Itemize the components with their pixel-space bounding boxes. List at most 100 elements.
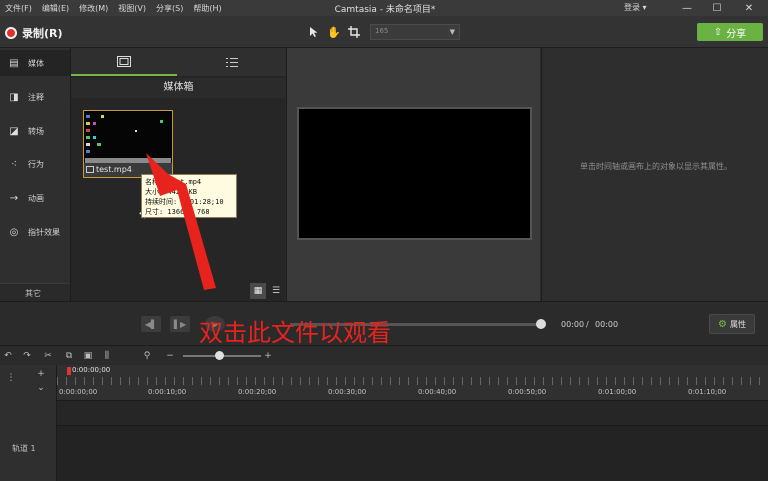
film-icon: ▤ [9, 57, 19, 69]
menu-edit[interactable]: 编辑(E) [37, 3, 74, 14]
crop-icon[interactable] [346, 24, 362, 40]
callout-icon: ◨ [9, 91, 19, 103]
rail-item-cursor-effects[interactable]: ◎ 指针效果 [0, 219, 70, 245]
copy-icon[interactable]: ⧉ [62, 349, 76, 363]
animation-icon: → [9, 192, 19, 204]
rail-item-animations[interactable]: → 动画 [0, 185, 70, 211]
ruler-label: 0:00:20;00 [238, 388, 277, 396]
properties-button[interactable]: ⚙ 属性 [709, 314, 755, 334]
rail-item-label: 转场 [28, 126, 44, 136]
track-1-label: 轨道 1 [12, 444, 36, 453]
timeline: ⋮ + ⌄ 轨道 1 0:00:00;00 0:00:00;00 0:00:10… [0, 365, 768, 481]
menu-help[interactable]: 帮助(H) [188, 3, 226, 14]
collapse-icon[interactable]: ⌄ [34, 381, 48, 395]
media-clip-test[interactable]: test.mp4 ✥ [83, 110, 173, 222]
tab-library[interactable] [179, 48, 285, 76]
zoom-select[interactable]: 165 ▼ [370, 24, 460, 40]
menu-modify[interactable]: 修改(M) [74, 3, 113, 14]
playhead-marker[interactable] [67, 367, 71, 375]
current-time: 00:00 [561, 320, 585, 329]
ruler-label: 0:00:00;00 [59, 388, 98, 396]
rail-item-label: 行为 [28, 159, 44, 169]
bin-title: 媒体箱 [71, 78, 286, 98]
redo-icon[interactable]: ↷ [20, 349, 34, 363]
ruler-ticks [57, 377, 768, 385]
minimize-button[interactable]: — [672, 0, 702, 16]
list-view-icon[interactable]: ☰ [268, 283, 284, 299]
tab-media-bin[interactable] [71, 48, 177, 76]
zoom-search-icon[interactable]: ⚲ [140, 349, 154, 363]
timeline-empty-area [57, 401, 768, 425]
magnet-icon[interactable]: ⋮ [4, 371, 18, 385]
ruler-label: 0:01:10;00 [688, 388, 727, 396]
preview-canvas[interactable] [297, 107, 532, 240]
maximize-button[interactable]: ☐ [702, 0, 732, 16]
ruler-label: 0:00:30;00 [328, 388, 367, 396]
pan-hand-icon[interactable]: ✋ [326, 24, 342, 40]
rail-item-label: 媒体 [28, 58, 44, 68]
clip-info-tooltip: 名称: test.mp4 大小: 4421 KB 持续时间: 0:01:28;1… [141, 174, 237, 218]
upload-icon: ⇧ [713, 26, 723, 38]
properties-hint: 单击时间轴或画布上的对象以显示其属性。 [580, 162, 732, 171]
video-file-icon [86, 166, 94, 173]
rail-item-behaviors[interactable]: ⁖ 行为 [0, 151, 70, 177]
zoom-out-icon[interactable]: − [163, 349, 177, 363]
ruler-label: 0:01:00;00 [598, 388, 637, 396]
total-time: 00:00 [595, 320, 619, 329]
share-label: 分享 [726, 28, 747, 40]
canvas-area [286, 48, 540, 301]
ruler-label: 0:00:50;00 [508, 388, 547, 396]
rail-item-transitions[interactable]: ◪ 转场 [0, 118, 70, 144]
instruction-annotation: 双击此文件以观看 [199, 319, 391, 347]
zoom-in-icon[interactable]: + [261, 349, 275, 363]
tooltip-name: 名称: test.mp4 [145, 178, 202, 186]
gear-icon: ⚙ [718, 318, 727, 330]
more-tools-button[interactable]: 其它 [0, 283, 70, 301]
select-arrow-icon[interactable] [306, 24, 322, 40]
window-title: Camtasia - 未命名项目* [334, 5, 436, 15]
menu-view[interactable]: 视图(V) [113, 3, 151, 14]
cut-icon[interactable]: ✂ [41, 349, 55, 363]
time-separator: / [586, 320, 589, 329]
list-icon [226, 57, 238, 67]
tooltip-dimensions: 尺寸: 1366 x 768 [145, 208, 210, 216]
clip-thumbnail [85, 112, 171, 163]
tooltip-duration: 持续时间: 0:01:28;10 [145, 198, 224, 206]
menu-share[interactable]: 分享(S) [151, 3, 188, 14]
share-button[interactable]: ⇧ 分享 [697, 23, 763, 41]
split-icon[interactable]: ⫼ [100, 349, 114, 363]
login-menu[interactable]: 登录 ▾ [624, 2, 647, 13]
properties-panel: 单击时间轴或画布上的对象以显示其属性。 [541, 48, 768, 301]
close-button[interactable]: ✕ [734, 0, 764, 16]
menu-file[interactable]: 文件(F) [0, 3, 37, 14]
menu-bar: 文件(F) 编辑(E) 修改(M) 视图(V) 分享(S) 帮助(H) Camt… [0, 0, 768, 16]
tool-rail: ▤ 媒体 ◨ 注释 ◪ 转场 ⁖ 行为 → 动画 ◎ 指针效果 [0, 48, 70, 301]
rail-item-media[interactable]: ▤ 媒体 [0, 50, 70, 76]
undo-icon[interactable]: ↶ [1, 349, 15, 363]
film-strip-icon [117, 55, 131, 67]
toolbar: 录制(R) ✋ 165 ▼ ⇧ 分享 [0, 16, 768, 48]
rail-item-annotations[interactable]: ◨ 注释 [0, 84, 70, 110]
media-bin: 媒体箱 test.mp4 ✥ 名称: test.mp4 大小: 4421 KB … [70, 48, 286, 301]
track-1-lane[interactable] [57, 425, 768, 481]
record-icon[interactable] [5, 27, 17, 39]
rail-item-label: 动画 [28, 193, 44, 203]
bin-tabs [71, 48, 286, 76]
grid-view-icon[interactable]: ▦ [250, 283, 266, 299]
track-headers: ⋮ + ⌄ 轨道 1 [0, 365, 57, 481]
zoom-value: 165 [375, 27, 389, 35]
scrubber-handle[interactable] [536, 319, 546, 329]
step-back-button[interactable]: ◀▌ [141, 316, 161, 332]
record-button[interactable]: 录制(R) [22, 25, 63, 41]
timeline-zoom-handle[interactable] [215, 351, 224, 360]
step-forward-button[interactable]: ▌▶ [170, 316, 190, 332]
rail-item-label: 指针效果 [28, 227, 60, 237]
timeline-ruler[interactable]: 0:00:00;00 0:00:00;00 0:00:10;00 0:00:20… [57, 365, 768, 401]
cursor-effect-icon: ◎ [9, 226, 19, 238]
add-track-icon[interactable]: + [34, 367, 48, 381]
paste-icon[interactable]: ▣ [81, 349, 95, 363]
more-tools-label: 其它 [25, 289, 41, 298]
playhead-time: 0:00:00;00 [72, 366, 111, 374]
ruler-label: 0:00:10;00 [148, 388, 187, 396]
chevron-down-icon: ▼ [449, 28, 455, 36]
